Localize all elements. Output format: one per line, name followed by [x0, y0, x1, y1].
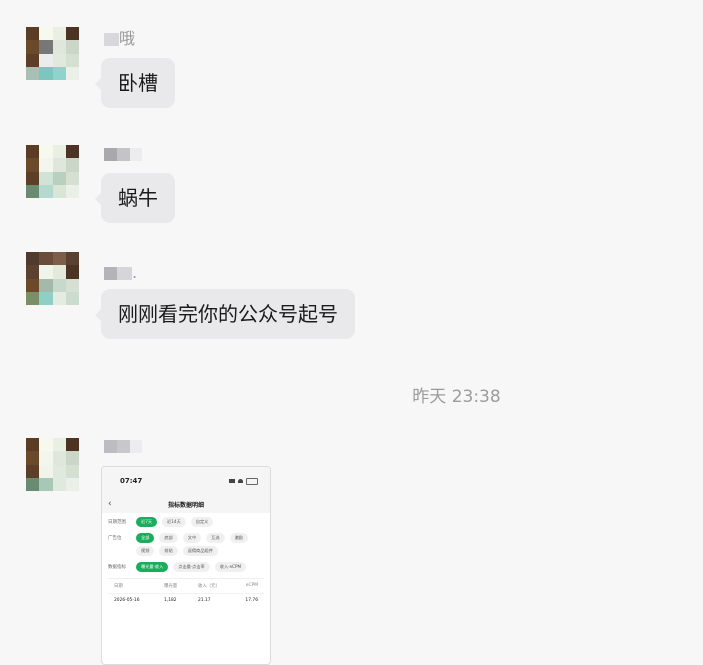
filter-chip: 前贴 — [159, 546, 178, 556]
phone-nav-bar: ‹ 指标数据明细 — [102, 495, 270, 513]
battery-icon — [246, 477, 258, 485]
table-row: 2026-05-16 1,182 21.17 17.76 — [108, 593, 264, 607]
column-header: 曝光量 — [164, 584, 178, 589]
image-message[interactable]: 07:47 ‹ 指标数据明细 日期范围 近7天 近14天 自定义 广告位 全部 … — [101, 466, 271, 665]
message-text: 卧槽 — [118, 71, 158, 95]
back-icon: ‹ — [108, 499, 112, 509]
avatar[interactable] — [26, 438, 79, 491]
table-cell: 1,182 — [164, 598, 177, 603]
timestamp: 昨天 23:38 — [412, 387, 501, 407]
filter-panel: 日期范围 近7天 近14天 自定义 广告位 全部 底部 文中 互选 激励 视频 … — [102, 513, 270, 572]
filter-chips: 近7天 近14天 自定义 — [136, 517, 261, 527]
filter-chip: 全部 — [136, 533, 155, 543]
table-cell: 2026-05-16 — [114, 598, 140, 603]
message-text: 蜗牛 — [118, 186, 158, 210]
filter-label: 广告位 — [108, 536, 122, 541]
filter-chip: 返佣商品组件 — [182, 546, 218, 556]
status-time: 07:47 — [120, 477, 143, 485]
message-bubble[interactable]: 蜗牛 — [95, 173, 175, 223]
column-header: eCPM — [245, 583, 258, 588]
message-text: 刚刚看完你的公众号起号 — [118, 302, 338, 326]
table-cell: 21.17 — [198, 598, 211, 603]
status-icons — [229, 477, 258, 485]
avatar[interactable] — [26, 252, 79, 305]
filter-row: 日期范围 近7天 近14天 自定义 — [108, 517, 264, 527]
sender-name — [104, 146, 142, 162]
sender-name: . — [104, 265, 137, 281]
filter-label: 日期范围 — [108, 520, 126, 525]
filter-chip: 文中 — [182, 533, 202, 543]
blurred-name — [104, 266, 132, 280]
phone-page-title: 指标数据明细 — [167, 501, 204, 509]
avatar[interactable] — [26, 145, 79, 198]
phone-status-bar: 07:47 — [102, 467, 270, 495]
filter-chip: 底部 — [159, 533, 178, 543]
filter-chip: 近14天 — [162, 517, 186, 527]
filter-chip: 视频 — [136, 546, 155, 556]
message-bubble[interactable]: 刚刚看完你的公众号起号 — [95, 289, 355, 339]
blurred-name — [104, 439, 142, 453]
sender-name-text: . — [132, 263, 138, 282]
filter-chips: 全部 底部 文中 互选 激励 视频 前贴 返佣商品组件 — [136, 533, 261, 556]
column-header: 收入（元） — [198, 584, 220, 589]
filter-chip: 曝光量·收入 — [136, 562, 169, 572]
filter-chip: 互选 — [206, 533, 225, 543]
avatar[interactable] — [26, 27, 79, 80]
blurred-name — [104, 147, 142, 161]
table-header: 日期 曝光量 收入（元） eCPM — [108, 579, 264, 593]
column-header: 日期 — [114, 584, 123, 589]
filter-chip: 自定义 — [190, 517, 214, 527]
blurred-name — [104, 32, 119, 46]
filter-chips: 曝光量·收入 点击量·点击率 收入·eCPM — [136, 562, 261, 572]
filter-label: 数据指标 — [108, 565, 126, 570]
filter-chip: 收入·eCPM — [214, 562, 247, 572]
signal-icon — [229, 479, 235, 483]
data-table: 日期 曝光量 收入（元） eCPM 2026-05-16 1,182 21.17… — [108, 578, 264, 607]
filter-chip: 近7天 — [136, 517, 158, 527]
message-bubble[interactable]: 卧槽 — [95, 58, 175, 108]
sender-name: 哦 — [104, 31, 135, 47]
wifi-icon — [238, 479, 243, 483]
filter-chip: 点击量·点击率 — [173, 562, 210, 572]
sender-name-text: 哦 — [119, 29, 136, 48]
sender-name — [104, 438, 142, 454]
filter-chip: 激励 — [229, 533, 248, 543]
filter-row: 数据指标 曝光量·收入 点击量·点击率 收入·eCPM — [108, 562, 264, 572]
filter-row: 广告位 全部 底部 文中 互选 激励 视频 前贴 返佣商品组件 — [108, 533, 264, 556]
table-cell: 17.76 — [245, 598, 258, 603]
